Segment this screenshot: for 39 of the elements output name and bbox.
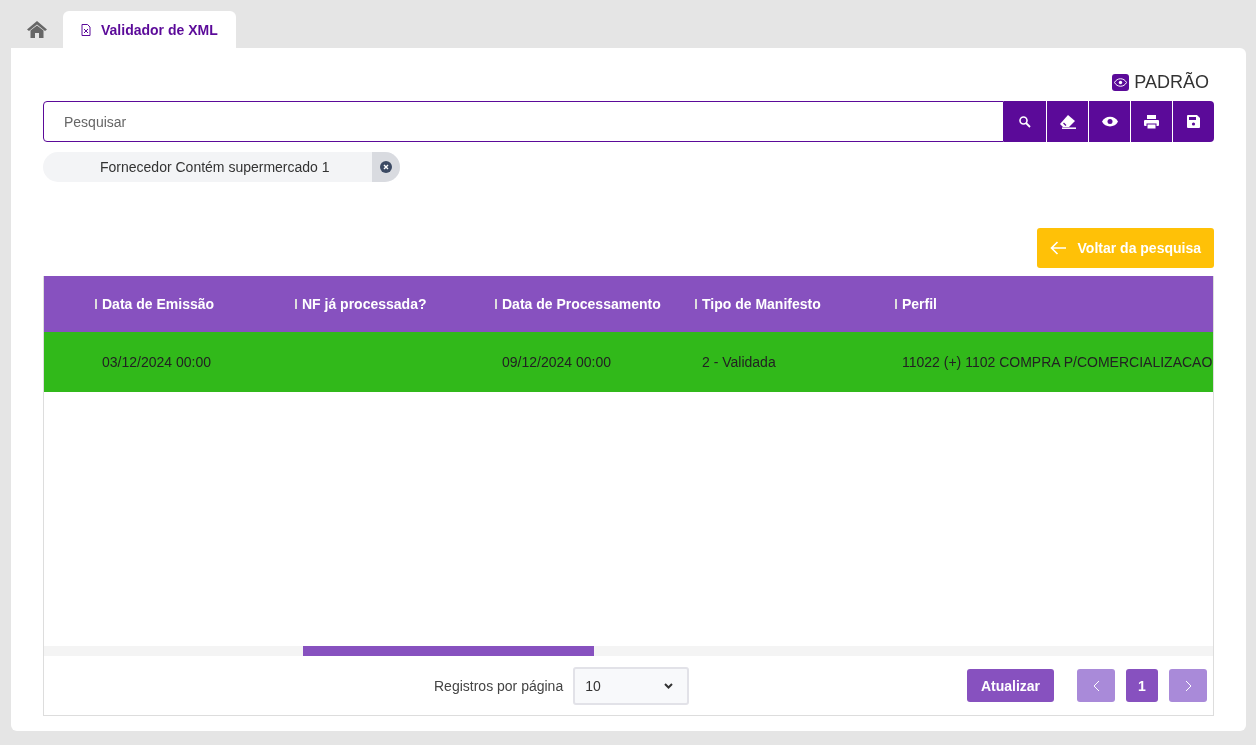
page-size-label: Registros por página [434,677,564,694]
horizontal-scrollbar[interactable] [44,646,1213,656]
tab[interactable]: Validador de XML [63,11,236,48]
column-header[interactable]: Perfil [902,296,937,312]
eye-icon [1114,78,1128,87]
table-cell: 11022 (+) 1102 COMPRA P/COMERCIALIZACAO [902,354,1213,370]
table-cell-text: 03/12/2024 00:00 [102,354,212,370]
table-cell-text: 09/12/2024 00:00 [502,354,612,370]
eye-icon [1101,116,1118,127]
search-icon [1019,115,1031,128]
remove-filter-button[interactable] [371,152,400,182]
search-button[interactable] [1004,101,1046,142]
chevron-down-icon [664,682,674,689]
printer-icon [1144,114,1159,129]
column-header[interactable]: Data de Emissão [102,296,215,312]
close-icon [379,161,392,173]
search-field[interactable]: Pesquisar [43,101,1004,142]
eraser-button[interactable] [1046,101,1088,142]
print-button[interactable] [1130,101,1172,142]
save-icon [1187,115,1200,128]
view-mode-label: PADRÃO [1134,72,1209,93]
column-header[interactable]: NF já processada? [302,296,427,312]
eye-button[interactable] [1088,101,1130,142]
table-cell-text: 2 - Validada [702,354,777,370]
document-icon [81,23,91,36]
chevron-left-icon [1092,679,1100,692]
home-icon [27,21,47,38]
filter-label: Fornecedor Contém supermercado 1 [99,159,331,175]
page-size-select[interactable]: 10 [573,666,690,705]
column-header[interactable]: Tipo de Manifesto [702,296,821,312]
page-button[interactable]: 1 [1126,669,1158,702]
scrollbar-thumb[interactable] [303,646,594,656]
chevron-right-icon [1184,679,1192,692]
save-button[interactable] [1172,101,1214,142]
refresh-button[interactable]: Atualizar [966,669,1054,702]
column-header[interactable]: Data de Processamento [502,296,661,312]
table-row[interactable]: 03/12/2024 00:00 09/12/2024 00:00 2 - Validada 11022 (+) 1102 COMPRA P/COMERCIALIZACAO [44,332,1213,392]
eraser-icon [1058,114,1077,129]
arrow-left-icon [1049,241,1066,255]
